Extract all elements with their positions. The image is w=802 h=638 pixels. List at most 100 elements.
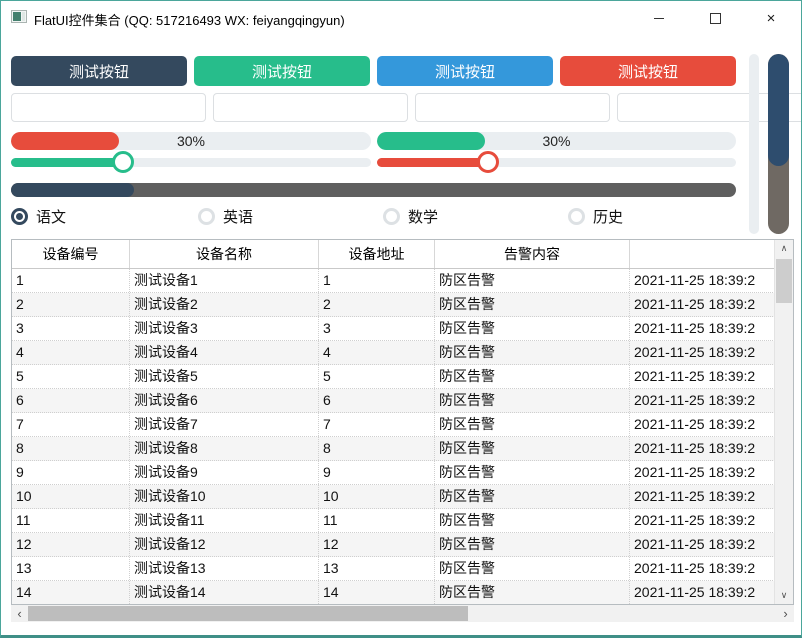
title-bar: FlatUI控件集合 (QQ: 517216493 WX: feiyangqin… xyxy=(1,1,801,35)
test-button-green[interactable]: 测试按钮 xyxy=(194,56,370,86)
cell-alarm-time: 2021-11-25 18:39:2 xyxy=(634,368,756,384)
table-row[interactable]: 3 测试设备3 3 防区告警 2021-11-25 18:39:2 xyxy=(12,317,793,341)
vertical-scrollbar-widget[interactable] xyxy=(768,54,789,234)
input-row xyxy=(11,93,801,122)
minimize-button[interactable] xyxy=(631,1,687,35)
cell-alarm-content: 防区告警 xyxy=(435,293,630,316)
table-horizontal-scrollbar[interactable]: ‹ › xyxy=(11,605,794,622)
header-alarm-time[interactable] xyxy=(630,240,793,268)
cell-device-address: 11 xyxy=(319,509,435,532)
cell-alarm-content: 防区告警 xyxy=(435,485,630,508)
radio-item-lishi[interactable]: 历史 xyxy=(568,206,623,227)
table-row[interactable]: 10 测试设备10 10 防区告警 2021-11-25 18:39:2 xyxy=(12,485,793,509)
table-row[interactable]: 7 测试设备7 7 防区告警 2021-11-25 18:39:2 xyxy=(12,413,793,437)
cell-alarm-time: 2021-11-25 18:39:2 xyxy=(634,320,756,336)
radio-label: 数学 xyxy=(408,209,439,226)
table-vscroll-thumb[interactable] xyxy=(776,259,792,303)
slider-green[interactable] xyxy=(11,151,371,173)
slider-handle[interactable] xyxy=(111,151,134,173)
header-device-address[interactable]: 设备地址 xyxy=(319,240,435,268)
radio-icon xyxy=(198,208,215,225)
cell-device-address: 5 xyxy=(319,365,435,388)
table-row[interactable]: 5 测试设备5 5 防区告警 2021-11-25 18:39:2 xyxy=(12,365,793,389)
horizontal-scrollbar-thumb[interactable] xyxy=(11,183,135,197)
close-icon: × xyxy=(766,9,776,27)
radio-icon xyxy=(11,208,28,225)
text-input-2[interactable] xyxy=(213,93,408,122)
progress-bar-green: 30% xyxy=(377,132,736,150)
table-row[interactable]: 4 测试设备4 4 防区告警 2021-11-25 18:39:2 xyxy=(12,341,793,365)
cell-device-address: 1 xyxy=(319,269,435,292)
cell-alarm-content: 防区告警 xyxy=(435,557,630,580)
vertical-slider-track[interactable] xyxy=(749,54,759,234)
cell-device-name: 测试设备7 xyxy=(130,413,319,436)
table-row[interactable]: 9 测试设备9 9 防区告警 2021-11-25 18:39:2 xyxy=(12,461,793,485)
table-header: 设备编号 设备名称 设备地址 告警内容 xyxy=(12,240,793,269)
table-row[interactable]: 14 测试设备14 14 防区告警 2021-11-25 18:39:2 xyxy=(12,581,793,604)
slider-fill xyxy=(11,158,123,167)
cell-device-id: 8 xyxy=(12,437,130,460)
cell-alarm-time: 2021-11-25 18:39:2 xyxy=(634,464,756,480)
cell-device-name: 测试设备5 xyxy=(130,365,319,388)
cell-alarm-time: 2021-11-25 18:39:2 xyxy=(634,344,756,360)
test-button-blue[interactable]: 测试按钮 xyxy=(377,56,553,86)
header-alarm-content[interactable]: 告警内容 xyxy=(435,240,630,268)
table-row[interactable]: 8 测试设备8 8 防区告警 2021-11-25 18:39:2 xyxy=(12,437,793,461)
test-button-red[interactable]: 测试按钮 xyxy=(560,56,736,86)
cell-device-id: 2 xyxy=(12,293,130,316)
table-row[interactable]: 13 测试设备13 13 防区告警 2021-11-25 18:39:2 xyxy=(12,557,793,581)
radio-label: 英语 xyxy=(223,209,254,226)
progress-bar-red: 30% xyxy=(11,132,371,150)
app-icon xyxy=(11,10,27,23)
radio-item-yingyu[interactable]: 英语 xyxy=(198,206,253,227)
scroll-right-icon[interactable]: › xyxy=(777,605,794,622)
cell-device-id: 1 xyxy=(12,269,130,292)
horizontal-scrollbar-widget[interactable] xyxy=(11,183,736,197)
radio-item-shuxue[interactable]: 数学 xyxy=(383,206,438,227)
text-input-1[interactable] xyxy=(11,93,206,122)
text-input-3[interactable] xyxy=(415,93,610,122)
cell-device-address: 7 xyxy=(319,413,435,436)
scroll-left-icon[interactable]: ‹ xyxy=(11,605,28,622)
test-button-navy[interactable]: 测试按钮 xyxy=(11,56,187,86)
cell-alarm-time: 2021-11-25 18:39:2 xyxy=(634,560,756,576)
radio-label: 历史 xyxy=(593,209,624,226)
cell-device-name: 测试设备14 xyxy=(130,581,319,604)
cell-device-address: 6 xyxy=(319,389,435,412)
cell-device-address: 3 xyxy=(319,317,435,340)
cell-device-id: 3 xyxy=(12,317,130,340)
slider-handle[interactable] xyxy=(477,151,500,173)
cell-device-name: 测试设备10 xyxy=(130,485,319,508)
slider-red[interactable] xyxy=(377,151,736,173)
header-device-id[interactable]: 设备编号 xyxy=(12,240,130,268)
maximize-button[interactable] xyxy=(687,1,743,35)
table-row[interactable]: 11 测试设备11 11 防区告警 2021-11-25 18:39:2 xyxy=(12,509,793,533)
table-hscroll-thumb[interactable] xyxy=(28,606,468,621)
table-row[interactable]: 6 测试设备6 6 防区告警 2021-11-25 18:39:2 xyxy=(12,389,793,413)
cell-device-id: 11 xyxy=(12,509,130,532)
button-row: 测试按钮 测试按钮 测试按钮 测试按钮 xyxy=(11,56,736,86)
table-row[interactable]: 1 测试设备1 1 防区告警 2021-11-25 18:39:2 xyxy=(12,269,793,293)
progress-value: 30% xyxy=(542,133,571,149)
table-row[interactable]: 12 测试设备12 12 防区告警 2021-11-25 18:39:2 xyxy=(12,533,793,557)
cell-device-address: 13 xyxy=(319,557,435,580)
cell-alarm-content: 防区告警 xyxy=(435,317,630,340)
scroll-up-icon[interactable]: ∧ xyxy=(775,240,793,257)
cell-device-address: 4 xyxy=(319,341,435,364)
cell-device-name: 测试设备4 xyxy=(130,341,319,364)
scroll-down-icon[interactable]: ∨ xyxy=(775,587,793,604)
cell-alarm-content: 防区告警 xyxy=(435,269,630,292)
cell-alarm-time: 2021-11-25 18:39:2 xyxy=(634,512,756,528)
cell-device-id: 6 xyxy=(12,389,130,412)
close-button[interactable]: × xyxy=(743,1,799,35)
radio-item-yuwen[interactable]: 语文 xyxy=(11,206,66,227)
cell-alarm-time: 2021-11-25 18:39:2 xyxy=(634,272,756,288)
maximize-icon xyxy=(709,12,721,24)
cell-device-address: 14 xyxy=(319,581,435,604)
header-device-name[interactable]: 设备名称 xyxy=(130,240,319,268)
cell-device-name: 测试设备13 xyxy=(130,557,319,580)
table-vertical-scrollbar[interactable]: ∧ ∨ xyxy=(774,240,793,604)
table-row[interactable]: 2 测试设备2 2 防区告警 2021-11-25 18:39:2 xyxy=(12,293,793,317)
vertical-scrollbar-thumb[interactable] xyxy=(768,54,789,166)
minimize-icon xyxy=(654,17,664,19)
